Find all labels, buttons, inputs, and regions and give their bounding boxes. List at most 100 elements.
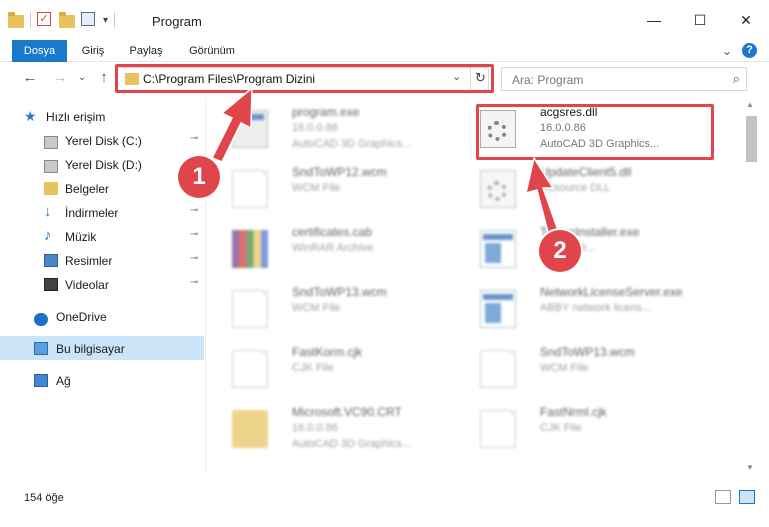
sidebar-item-label: Bu bilgisayar xyxy=(56,342,125,356)
archive-file-icon xyxy=(232,230,268,268)
file-item[interactable]: TeamsInstaller.exe ...eader tr... xyxy=(462,222,702,274)
up-button[interactable]: ↑ xyxy=(94,69,114,86)
file-name: NetworkLicenseServer.exe xyxy=(540,285,683,299)
help-icon[interactable]: ? xyxy=(742,43,757,58)
file-name: certificates.cab xyxy=(292,225,373,239)
documents-icon xyxy=(44,182,58,195)
forward-button[interactable]: → xyxy=(50,69,70,86)
sidebar-item-quick-access[interactable]: ★ Hızlı erişim xyxy=(0,104,204,128)
expand-ribbon-icon[interactable]: ⌄ xyxy=(722,44,732,58)
vertical-scrollbar[interactable]: ▲ ▼ xyxy=(744,98,759,474)
toolbar-separator xyxy=(30,12,31,28)
file-detail: ABBY network licens... xyxy=(540,302,652,314)
sidebar-item-this-pc[interactable]: Bu bilgisayar xyxy=(0,336,204,360)
window-controls: — ☐ ✕ xyxy=(631,0,769,40)
file-detail: WCM File xyxy=(292,182,341,194)
document-file-icon xyxy=(232,170,268,208)
file-item[interactable]: FastKorm.cjk CJK File xyxy=(214,342,454,394)
new-folder-icon[interactable] xyxy=(59,12,75,28)
sidebar-item-label: Müzik xyxy=(65,230,97,244)
file-name: SndToWP13.wcm xyxy=(292,285,387,299)
properties-checkmark-icon[interactable]: ✓ xyxy=(37,12,53,28)
tiles-view-icon[interactable] xyxy=(739,490,755,504)
minimize-button[interactable]: — xyxy=(631,0,677,40)
close-button[interactable]: ✕ xyxy=(723,0,769,40)
scroll-down-icon[interactable]: ▼ xyxy=(746,463,754,472)
details-view-icon[interactable] xyxy=(715,490,731,504)
recent-locations-button[interactable]: ⌄ xyxy=(72,72,92,83)
file-detail: 16.0.0.86 xyxy=(292,122,338,134)
file-item[interactable]: SndToWP13.wcm WCM File xyxy=(462,342,702,394)
sidebar-item-network[interactable]: Ağ xyxy=(0,368,204,392)
step-2-badge: 2 xyxy=(539,230,581,272)
file-item[interactable]: NetworkLicenseServer.exe ABBY network li… xyxy=(462,282,702,334)
this-pc-icon xyxy=(34,342,48,355)
tab-view[interactable]: Görünüm xyxy=(180,40,244,62)
file-name: program.exe xyxy=(292,105,360,119)
address-highlight-box xyxy=(115,64,494,93)
sidebar-item-local-disk-d[interactable]: Yerel Disk (D:) xyxy=(0,152,204,176)
navigation-pane: ★ Hızlı erişim Yerel Disk (C:) ⊸ Yerel D… xyxy=(0,98,206,474)
sidebar-item-label: Videolar xyxy=(65,278,109,292)
tab-share[interactable]: Paylaş xyxy=(122,40,170,62)
file-detail: WCM File xyxy=(292,302,341,314)
sidebar-item-onedrive[interactable]: OneDrive xyxy=(0,304,204,328)
file-detail: AutoCAD 3D Graphics... xyxy=(292,138,412,150)
sidebar-item-downloads[interactable]: ↓ İndirmeler ⊸ xyxy=(0,200,204,224)
title-bar: ✓ ▾ Program — ☐ ✕ xyxy=(0,0,769,40)
maximize-button[interactable]: ☐ xyxy=(677,0,723,40)
file-item[interactable]: SndToWP13.wcm WCM File xyxy=(214,282,454,334)
application-file-icon xyxy=(480,290,516,328)
status-bar: 154 öğe xyxy=(0,486,769,510)
file-item[interactable]: UpdateClient5.dll Resource DLL xyxy=(462,162,702,214)
step-1-badge: 1 xyxy=(178,156,220,198)
file-name: Microsoft.VC90.CRT xyxy=(292,405,402,419)
scroll-thumb[interactable] xyxy=(746,116,757,162)
sidebar-item-label: Resimler xyxy=(65,254,113,268)
pin-icon: ⊸ xyxy=(190,229,199,240)
sidebar-item-documents[interactable]: Belgeler xyxy=(0,176,204,200)
disk-icon xyxy=(44,160,58,173)
videos-icon xyxy=(44,278,58,291)
file-item[interactable]: program.exe 16.0.0.86 AutoCAD 3D Graphic… xyxy=(214,102,454,154)
sidebar-item-local-disk-c[interactable]: Yerel Disk (C:) ⊸ xyxy=(0,128,204,152)
file-item[interactable]: Microsoft.VC90.CRT 16.0.0.86 AutoCAD 3D … xyxy=(214,402,454,454)
disk-icon xyxy=(44,136,58,149)
search-icon[interactable]: ⌕ xyxy=(733,71,740,87)
file-item[interactable]: FastNrml.cjk CJK File xyxy=(462,402,702,454)
file-detail: WinRAR Archive xyxy=(292,242,374,254)
toolbar-separator xyxy=(114,12,116,28)
sidebar-item-label: Hızlı erişim xyxy=(46,110,106,124)
document-file-icon xyxy=(480,350,516,388)
download-icon: ↓ xyxy=(44,203,52,220)
sidebar-item-pictures[interactable]: Resimler ⊸ xyxy=(0,248,204,272)
network-icon xyxy=(34,374,48,387)
back-button[interactable]: ← xyxy=(20,69,40,86)
pin-icon: ⊸ xyxy=(190,277,199,288)
tab-home[interactable]: Giriş xyxy=(73,40,113,62)
customize-toolbar-icon[interactable]: ▾ xyxy=(103,15,108,26)
quick-access-toolbar: ✓ ▾ xyxy=(8,12,116,28)
sidebar-item-label: Yerel Disk (C:) xyxy=(65,134,142,148)
document-file-icon xyxy=(480,410,516,448)
folder-icon xyxy=(232,410,268,448)
file-name: FastKorm.cjk xyxy=(292,345,363,359)
file-item[interactable]: certificates.cab WinRAR Archive xyxy=(214,222,454,274)
sidebar-item-music[interactable]: ♪ Müzik ⊸ xyxy=(0,224,204,248)
file-item[interactable]: SndToWP12.wcm WCM File xyxy=(214,162,454,214)
document-file-icon xyxy=(232,350,268,388)
application-file-icon xyxy=(480,230,516,268)
properties-icon[interactable] xyxy=(81,12,97,28)
pin-icon: ⊸ xyxy=(190,133,199,144)
file-detail: 16.0.0.86 xyxy=(292,422,338,434)
search-placeholder[interactable]: Ara: Program xyxy=(512,73,583,87)
file-detail: WCM File xyxy=(540,362,589,374)
sidebar-item-videos[interactable]: Videolar ⊸ xyxy=(0,272,204,296)
pin-icon: ⊸ xyxy=(190,205,199,216)
exe-file-icon xyxy=(232,110,268,148)
file-highlight-box xyxy=(476,104,714,160)
search-box[interactable]: Ara: Program ⌕ xyxy=(501,67,747,91)
ribbon: Dosya Giriş Paylaş Görünüm ⌄ ? xyxy=(0,40,769,92)
file-name: UpdateClient5.dll xyxy=(540,165,632,179)
scroll-up-icon[interactable]: ▲ xyxy=(746,100,754,109)
